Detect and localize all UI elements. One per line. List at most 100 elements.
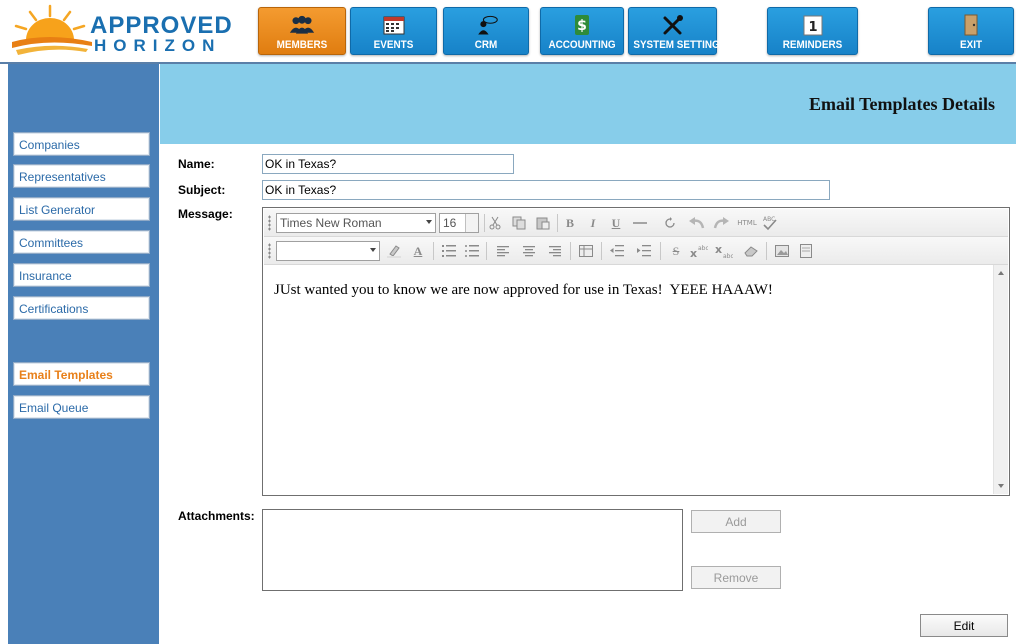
- font-family-select[interactable]: Times New Roman: [276, 213, 436, 233]
- align-center-icon[interactable]: [520, 242, 538, 260]
- sidebar-item-email-templates[interactable]: Email Templates: [13, 362, 150, 386]
- numbered-list-icon[interactable]: [440, 242, 458, 260]
- sidebar-item-email-queue[interactable]: Email Queue: [13, 395, 150, 419]
- sidebar-item-committees[interactable]: Committees: [13, 230, 150, 254]
- message-label: Message:: [178, 207, 233, 221]
- name-label: Name:: [178, 157, 215, 171]
- nav-accounting-button[interactable]: $ ACCOUNTING: [540, 7, 624, 55]
- strikethrough-icon[interactable]: S: [667, 242, 685, 260]
- toolbar-separator: [601, 242, 602, 260]
- sidebar: Companies Representatives List Generator…: [8, 64, 159, 644]
- font-color-icon[interactable]: A: [409, 242, 427, 260]
- align-left-icon[interactable]: [494, 242, 512, 260]
- cut-icon[interactable]: [486, 214, 504, 232]
- page-title: Email Templates Details: [808, 94, 995, 114]
- top-bar: APPROVED HORIZON MEMBERS EVENTS CRM $ AC…: [0, 0, 1016, 62]
- highlight-color-icon[interactable]: [385, 242, 403, 260]
- toolbar-separator: [557, 214, 558, 232]
- refresh-icon[interactable]: [661, 214, 679, 232]
- svg-text:abc: abc: [698, 245, 708, 252]
- toolbar-separator: [660, 242, 661, 260]
- subject-input[interactable]: [262, 180, 830, 200]
- page-header: Email Templates Details: [160, 64, 1016, 144]
- eraser-icon[interactable]: [742, 242, 760, 260]
- nav-system-settings-button[interactable]: SYSTEM SETTINGS: [628, 7, 727, 55]
- reminders-count: 1: [808, 20, 817, 35]
- left-margin: [0, 64, 8, 644]
- svg-text:x: x: [715, 244, 722, 256]
- indent-icon[interactable]: [635, 242, 653, 260]
- crm-person-icon: [473, 14, 499, 36]
- bold-icon[interactable]: B: [561, 214, 579, 232]
- subscript-icon[interactable]: x abc: [715, 242, 733, 260]
- html-source-icon[interactable]: HTML: [736, 214, 758, 232]
- sidebar-item-list-generator[interactable]: List Generator: [13, 197, 150, 221]
- members-icon: [289, 14, 315, 36]
- remove-attachment-button[interactable]: Remove: [691, 566, 781, 589]
- scroll-down-arrow-icon[interactable]: [998, 484, 1004, 488]
- message-body-text: JUst wanted you to know we are now appro…: [274, 282, 773, 298]
- sidebar-item-representatives[interactable]: Representatives: [13, 164, 150, 188]
- redo-icon[interactable]: [712, 214, 730, 232]
- superscript-icon[interactable]: x abc: [690, 242, 708, 260]
- sidebar-item-insurance[interactable]: Insurance: [13, 263, 150, 287]
- nav-reminders-button[interactable]: 1 REMINDERS: [767, 7, 858, 55]
- paragraph-style-select[interactable]: [276, 241, 380, 261]
- edit-button[interactable]: Edit: [920, 614, 1008, 637]
- paste-icon[interactable]: [534, 214, 552, 232]
- logo-text-horizon: HORIZON: [94, 36, 222, 55]
- svg-text:$: $: [577, 18, 587, 34]
- tools-icon: [660, 14, 686, 36]
- bullet-list-icon[interactable]: [463, 242, 481, 260]
- chevron-down-icon: [426, 220, 432, 224]
- editor-scrollbar[interactable]: [993, 265, 1008, 494]
- insert-table-icon[interactable]: [577, 242, 595, 260]
- name-input[interactable]: [262, 154, 514, 174]
- font-family-value: Times New Roman: [280, 216, 382, 230]
- reminder-calendar-icon: 1: [800, 14, 826, 36]
- message-body-editor[interactable]: JUst wanted you to know we are now appro…: [264, 265, 994, 494]
- horizontal-rule-icon[interactable]: [631, 214, 649, 232]
- underline-icon[interactable]: U: [607, 214, 625, 232]
- align-right-icon[interactable]: [546, 242, 564, 260]
- nav-members-button[interactable]: MEMBERS: [258, 7, 346, 55]
- nav-reminders-label: REMINDERS: [782, 39, 843, 51]
- editor-toolbar-row2: A S x abc x abc: [264, 237, 1008, 265]
- dollar-icon: $: [569, 14, 595, 36]
- italic-icon[interactable]: I: [584, 214, 602, 232]
- nav-exit-label: EXIT: [959, 39, 982, 51]
- toolbar-separator: [486, 242, 487, 260]
- font-size-select[interactable]: 16: [439, 213, 479, 233]
- font-size-value: 16: [443, 216, 457, 230]
- editor-toolbar-row1: Times New Roman 16 B I U HTML ABC: [264, 209, 1008, 237]
- nav-members-label: MEMBERS: [276, 39, 328, 51]
- sidebar-item-certifications[interactable]: Certifications: [13, 296, 150, 320]
- nav-accounting-label: ACCOUNTING: [548, 39, 616, 51]
- attachments-label: Attachments:: [178, 509, 255, 523]
- add-attachment-button[interactable]: Add: [691, 510, 781, 533]
- toolbar-grip: [268, 243, 271, 259]
- nav-events-label: EVENTS: [373, 39, 414, 51]
- undo-icon[interactable]: [688, 214, 706, 232]
- svg-text:x: x: [690, 247, 697, 258]
- nav-crm-button[interactable]: CRM: [443, 7, 529, 55]
- svg-text:abc: abc: [723, 253, 733, 258]
- exit-door-icon: [958, 14, 984, 36]
- chevron-down-icon: [370, 248, 376, 252]
- spellcheck-icon[interactable]: ABC: [761, 214, 779, 232]
- approved-horizon-logo: APPROVED HORIZON: [8, 2, 248, 60]
- sidebar-item-companies[interactable]: Companies: [13, 132, 150, 156]
- attachments-list[interactable]: [262, 509, 683, 591]
- insert-image-icon[interactable]: [773, 242, 791, 260]
- insert-document-icon[interactable]: [797, 242, 815, 260]
- nav-events-button[interactable]: EVENTS: [350, 7, 437, 55]
- nav-system-settings-label: SYSTEM SETTINGS: [633, 39, 727, 51]
- nav-crm-label: CRM: [474, 39, 498, 51]
- toolbar-separator: [433, 242, 434, 260]
- subject-label: Subject:: [178, 183, 226, 197]
- scroll-up-arrow-icon[interactable]: [998, 271, 1004, 275]
- copy-icon[interactable]: [510, 214, 528, 232]
- nav-exit-button[interactable]: EXIT: [928, 7, 1014, 55]
- outdent-icon[interactable]: [608, 242, 626, 260]
- font-size-spinner[interactable]: [465, 214, 478, 232]
